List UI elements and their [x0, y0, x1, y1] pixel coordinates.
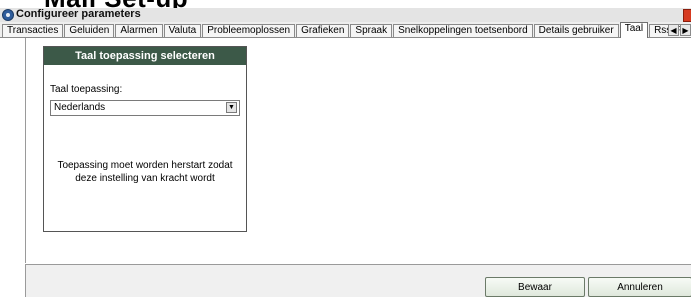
tab-valuta[interactable]: Valuta [163, 24, 202, 37]
tab-probleemoplossen[interactable]: Probleemoplossen [202, 24, 296, 37]
tab-transacties[interactable]: Transacties [2, 24, 64, 37]
tab-grafieken[interactable]: Grafieken [296, 24, 350, 37]
tab-bar: Transacties Geluiden Alarmen Valuta Prob… [0, 22, 691, 38]
language-panel: Taal toepassing selecteren Taal toepassi… [43, 46, 247, 232]
tab-geluiden[interactable]: Geluiden [64, 24, 115, 37]
tab-list: Transacties Geluiden Alarmen Valuta Prob… [2, 22, 691, 38]
panel-header: Taal toepassing selecteren [44, 47, 246, 65]
button-bar: Bewaar Annuleren [25, 264, 691, 297]
app-icon [2, 9, 14, 21]
selected-language: Nederlands [54, 102, 106, 113]
tab-taal[interactable]: Taal [619, 22, 649, 38]
chevron-down-icon[interactable]: ▼ [226, 102, 237, 113]
window-title: Configureer parameters [16, 8, 141, 20]
save-button[interactable]: Bewaar [485, 277, 585, 297]
cancel-button[interactable]: Annuleren [588, 277, 691, 297]
language-select[interactable]: Nederlands ▼ [50, 100, 240, 116]
chevron-left-icon[interactable]: ◀ [668, 24, 679, 36]
tab-spraak[interactable]: Spraak [350, 24, 393, 37]
settings-content-area: Taal toepassing selecteren Taal toepassi… [25, 38, 691, 263]
chevron-right-icon[interactable]: ▶ [680, 24, 691, 36]
window-titlebar[interactable]: Configureer parameters [0, 8, 691, 22]
tab-snelkoppelingen-toetsenbord[interactable]: Snelkoppelingen toetsenbord [393, 24, 533, 37]
tab-alarmen[interactable]: Alarmen [115, 24, 163, 37]
language-field-label: Taal toepassing: [50, 84, 123, 95]
restart-note: Toepassing moet worden herstart zodat de… [57, 160, 233, 184]
tab-details-gebruiker[interactable]: Details gebruiker [533, 24, 619, 37]
close-icon[interactable] [683, 9, 691, 22]
